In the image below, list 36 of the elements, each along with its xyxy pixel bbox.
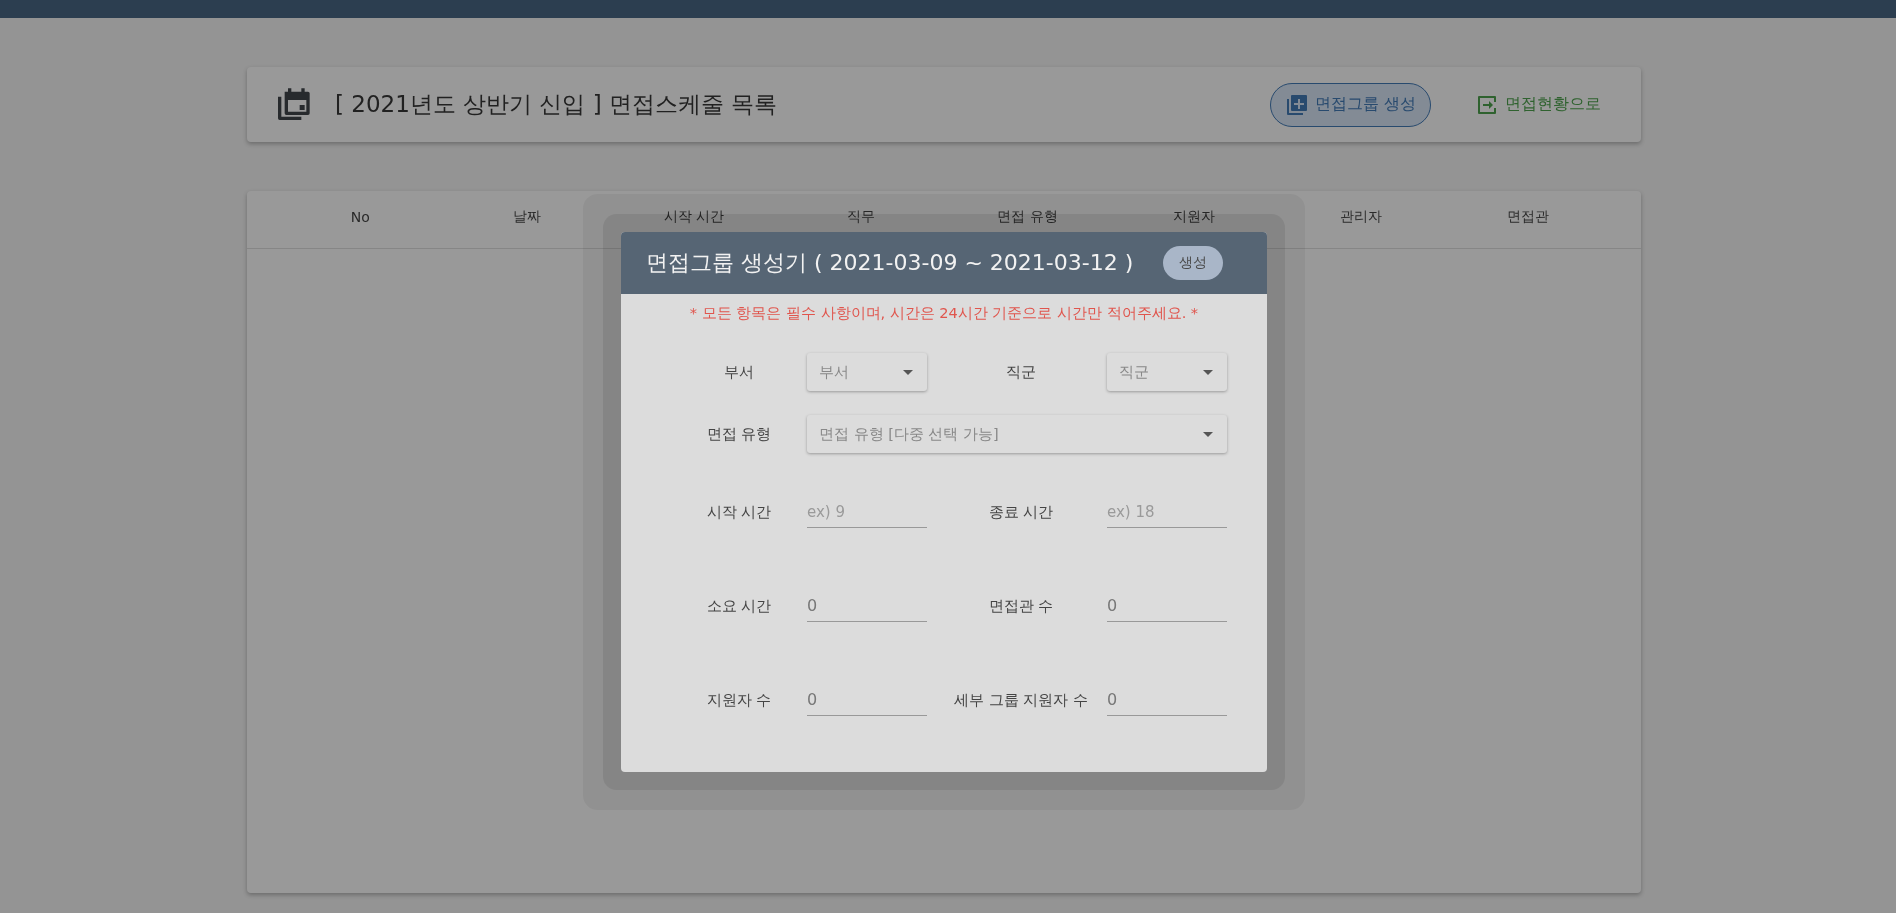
caret-icon: [903, 369, 913, 375]
field-label: 면접 유형: [706, 424, 772, 444]
input-field[interactable]: 0: [1107, 684, 1227, 716]
dropdown[interactable]: 면접 유형 [다중 선택 가능]: [807, 415, 1227, 453]
dropdown[interactable]: 직군: [1107, 353, 1227, 391]
column-header[interactable]: 직무: [777, 207, 944, 232]
column-header[interactable]: 시작 시간: [610, 207, 778, 232]
column-header[interactable]: 지원자: [1110, 207, 1278, 232]
field-label: 부서: [724, 362, 754, 382]
caret-icon: [1203, 431, 1213, 437]
caret-icon: [1203, 369, 1213, 375]
field-label: 종료 시간: [988, 502, 1054, 522]
column-header[interactable]: 면접관: [1444, 207, 1611, 232]
input-field[interactable]: ex) 9: [807, 496, 927, 528]
dialog-title: 면접그룹 생성기 ( 2021-03-09 ~ 2021-03-12 ): [646, 249, 1134, 277]
notice-text: * 모든 항목은 필수 사항이며, 시간은 24시간 기준으로 시간만 적어주세요. *: [688, 304, 1200, 323]
field-label: 지원자 수: [706, 690, 772, 710]
field-label: 시작 시간: [706, 502, 772, 522]
input-field[interactable]: 0: [807, 684, 927, 716]
field-label: 면접관 수: [988, 596, 1054, 616]
page-title: [ 2021년도 상반기 신입 ] 면접스케줄 목록: [335, 90, 779, 119]
create-button[interactable]: 생성: [1163, 246, 1223, 280]
column-header[interactable]: 관리자: [1277, 207, 1445, 232]
field-label: 세부 그룹 지원자 수: [953, 690, 1089, 710]
status-link-button[interactable]: 면접현황으로: [1461, 84, 1615, 125]
create-group-button[interactable]: 면접그룹 생성: [1269, 82, 1431, 127]
column-header[interactable]: 면접 유형: [944, 207, 1111, 232]
field-label: 소요 시간: [706, 596, 772, 616]
input-field[interactable]: 0: [807, 590, 927, 622]
dropdown[interactable]: 부서: [807, 353, 927, 391]
input-field[interactable]: ex) 18: [1107, 496, 1227, 528]
column-header[interactable]: No: [277, 208, 444, 231]
column-header[interactable]: 날짜: [443, 207, 611, 232]
add-library-icon: [1284, 92, 1309, 117]
field-label: 직군: [1006, 362, 1036, 382]
input-field[interactable]: 0: [1107, 590, 1227, 622]
